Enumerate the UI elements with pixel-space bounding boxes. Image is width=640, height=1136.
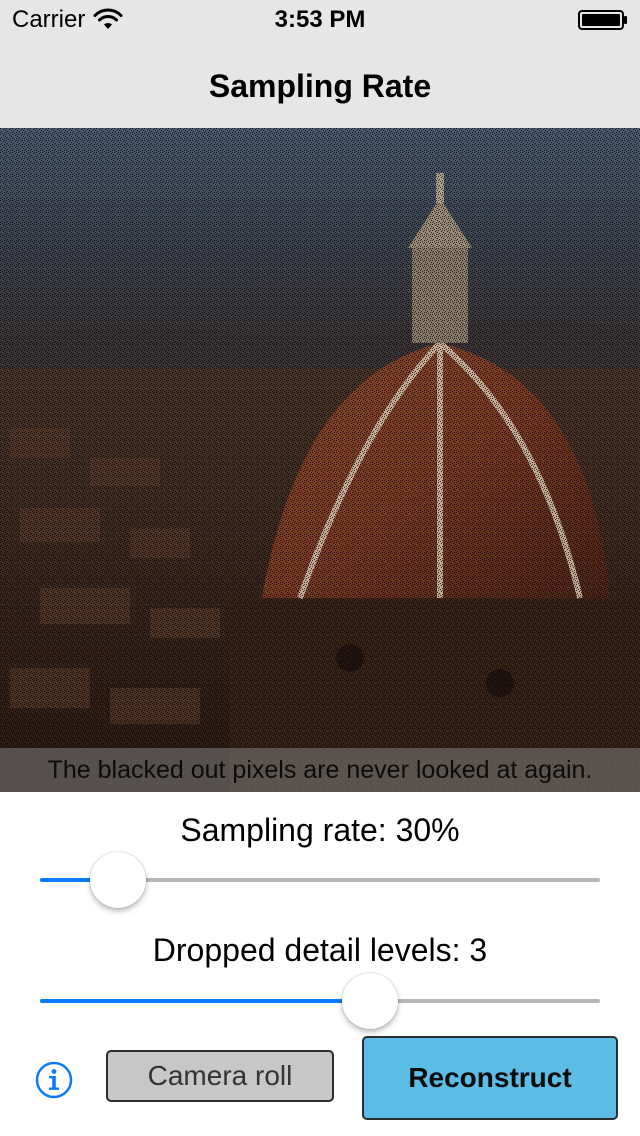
slider-thumb[interactable] [342,973,399,1029]
slider-thumb[interactable] [90,852,147,908]
page-title: Sampling Rate [208,68,432,104]
camera-roll-button[interactable]: Camera roll [106,1050,334,1102]
reconstruct-button[interactable]: Reconstruct [362,1036,618,1120]
info-icon[interactable] [34,1060,74,1100]
sampling-rate-label: Sampling rate: 30% [180,812,460,848]
battery-icon [578,10,627,30]
sampling-rate-slider[interactable] [40,850,600,910]
slider-fill [40,999,371,1003]
photo-caption: The blacked out pixels are never looked … [0,748,640,792]
detail-levels-label: Dropped detail levels: 3 [152,932,488,968]
app-screen: Carrier 3:53 PM Sampling Rate The blacke… [0,0,640,1136]
navigation-bar: Carrier 3:53 PM Sampling Rate [0,0,640,128]
sampled-photo [0,128,640,792]
cathedral-dome-image [0,128,640,792]
detail-levels-slider[interactable] [40,971,600,1031]
status-time: 3:53 PM [274,6,366,33]
